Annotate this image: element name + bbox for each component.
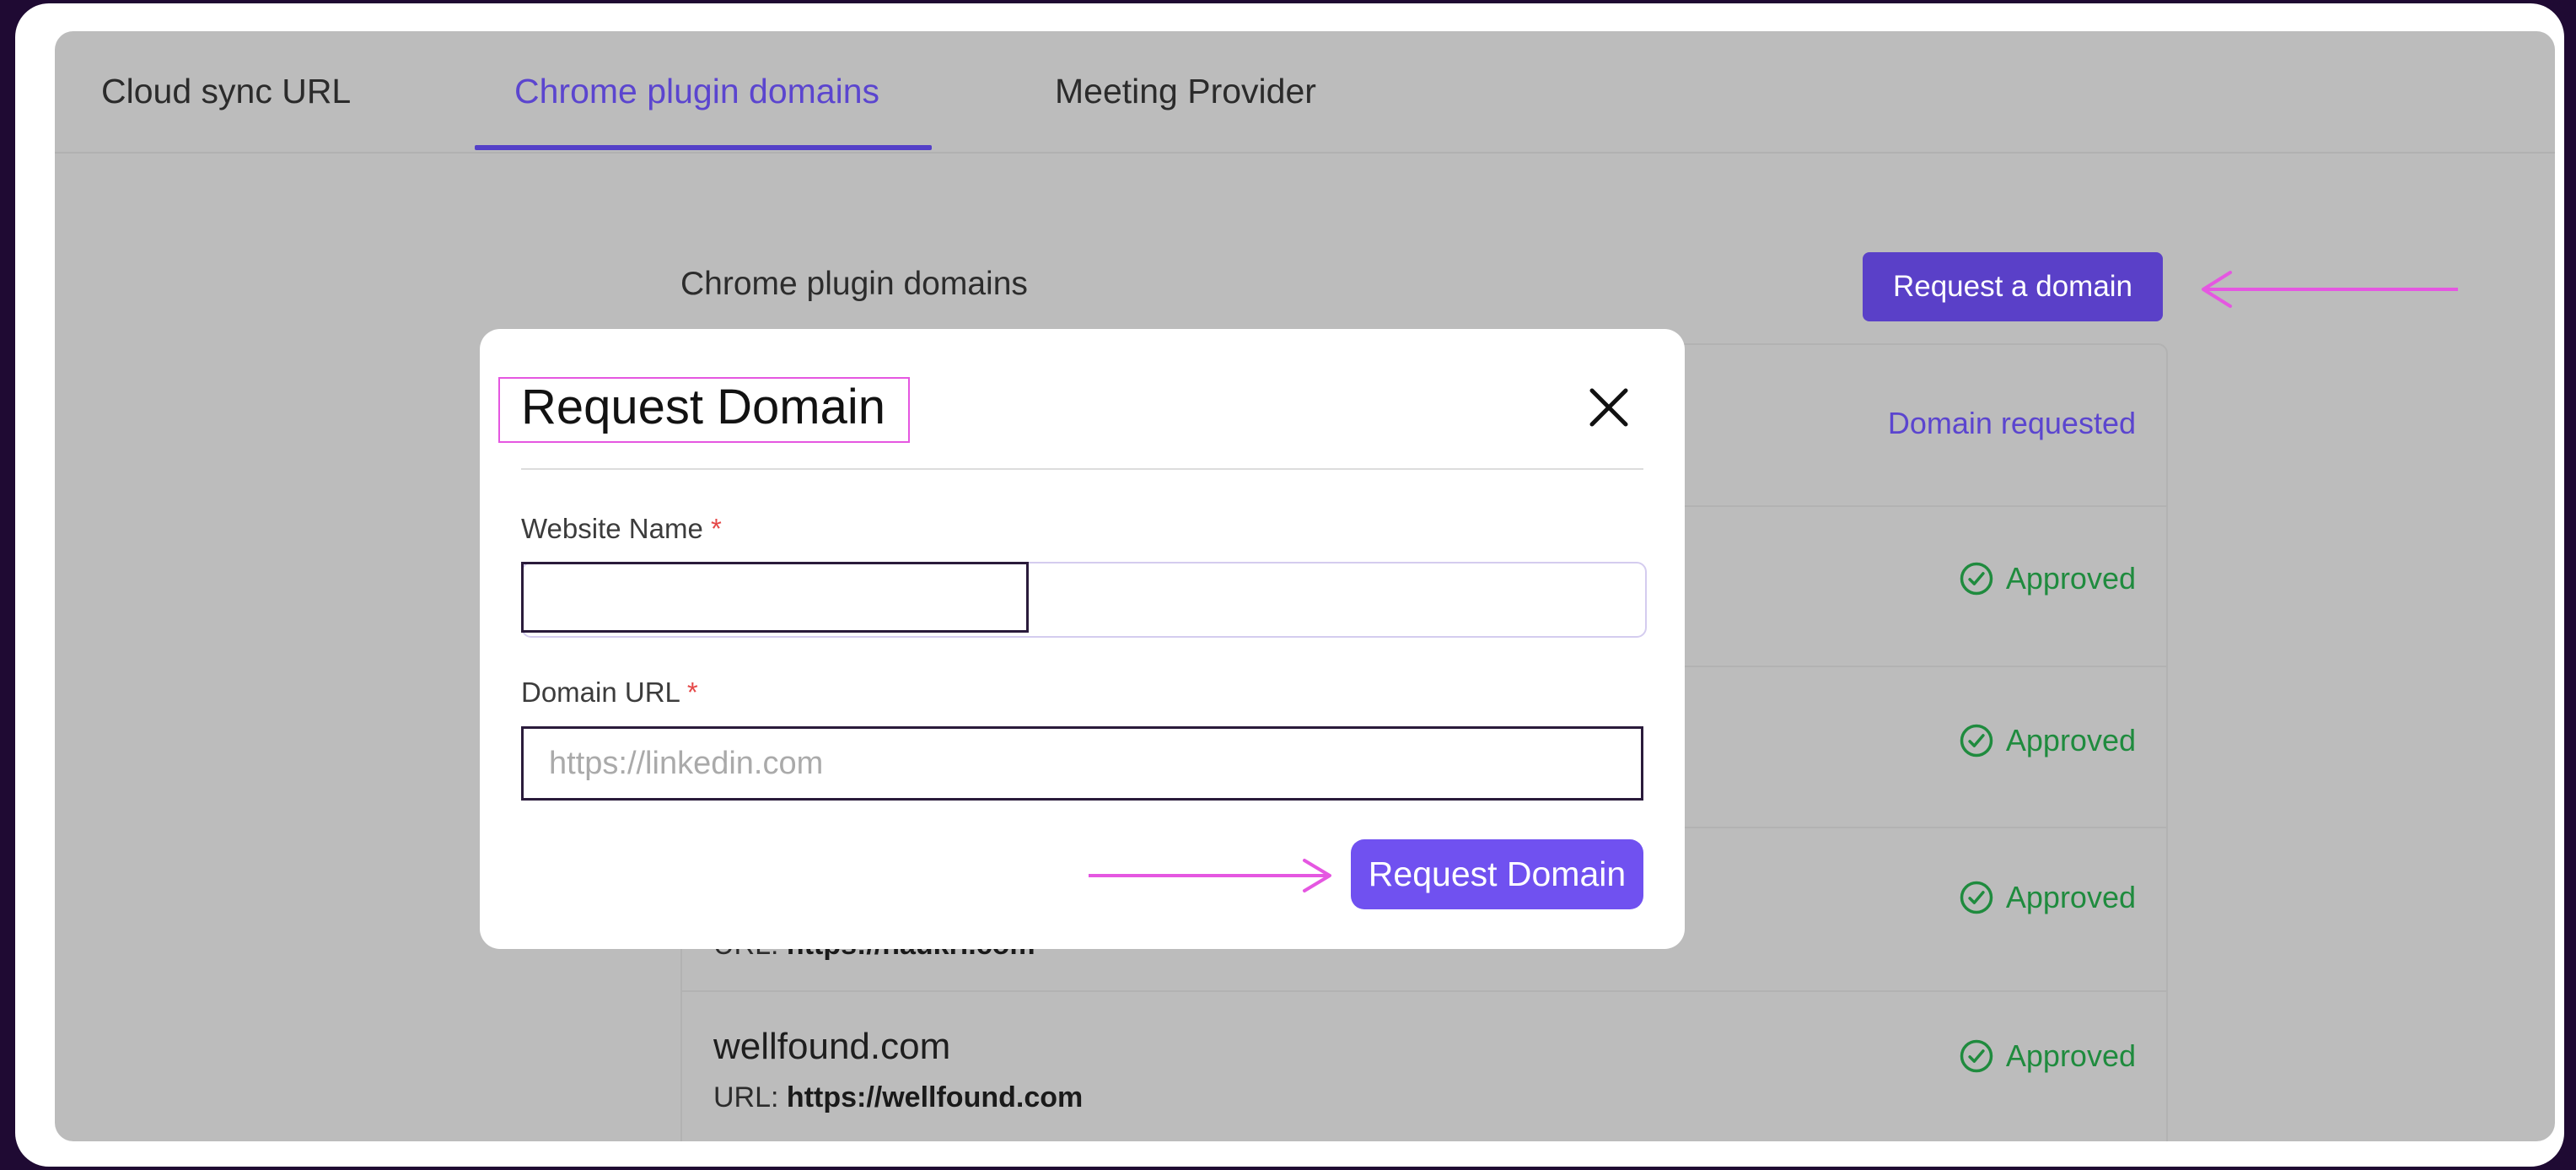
status-badge: Approved <box>1959 561 2136 596</box>
screenshot-frame: Cloud sync URL Chrome plugin domains Mee… <box>15 3 2564 1167</box>
status-badge: Approved <box>1959 880 2136 915</box>
check-circle-icon <box>1960 724 1993 758</box>
website-name-input-wrapper <box>521 562 1029 633</box>
request-a-domain-button[interactable]: Request a domain <box>1863 252 2163 321</box>
request-domain-modal: Request Domain Website Name * Domain URL… <box>480 329 1685 949</box>
modal-divider <box>521 468 1643 470</box>
check-circle-icon <box>1960 562 1993 596</box>
annotation-arrow-left <box>2202 271 2458 308</box>
close-icon[interactable] <box>1584 382 1634 433</box>
status-badge: Approved <box>1959 723 2136 758</box>
domain-name: wellfound.com <box>713 1026 951 1067</box>
active-tab-indicator <box>475 145 932 150</box>
tab-chrome-plugin-domains[interactable]: Chrome plugin domains <box>514 31 879 152</box>
domain-url-input[interactable] <box>524 729 1641 798</box>
check-circle-icon <box>1960 1039 1993 1073</box>
annotation-arrow-right <box>1089 859 1331 892</box>
status-badge: Approved <box>1959 1038 2136 1074</box>
label-text: Domain URL <box>521 677 680 708</box>
label-text: Website Name <box>521 513 703 544</box>
tab-bar: Cloud sync URL Chrome plugin domains Mee… <box>55 31 2555 154</box>
status-label: Approved <box>2005 1038 2136 1073</box>
request-domain-submit-button[interactable]: Request Domain <box>1351 839 1643 909</box>
status-label: Approved <box>2005 723 2136 758</box>
status-label: Domain requested <box>1887 406 2136 440</box>
required-asterisk: * <box>686 677 698 708</box>
status-label: Approved <box>2005 880 2136 914</box>
domain-url-label: Domain URL * <box>521 677 698 709</box>
check-circle-icon <box>1960 881 1993 914</box>
status-label: Approved <box>2005 561 2136 596</box>
tab-meeting-provider[interactable]: Meeting Provider <box>1055 31 1316 152</box>
website-name-input[interactable] <box>524 564 1026 630</box>
tab-cloud-sync-url[interactable]: Cloud sync URL <box>101 31 351 152</box>
modal-title: Request Domain <box>521 380 885 434</box>
url-label: URL: <box>713 1081 787 1113</box>
domain-url-input-wrapper <box>521 726 1643 801</box>
list-item: wellfound.com URL: https://wellfound.com… <box>682 990 2166 1141</box>
url-value: https://wellfound.com <box>786 1081 1084 1113</box>
website-name-label: Website Name * <box>521 513 722 545</box>
settings-panel: Cloud sync URL Chrome plugin domains Mee… <box>55 31 2555 1141</box>
domain-url: URL: https://wellfound.com <box>713 1081 1083 1114</box>
required-asterisk: * <box>710 513 722 544</box>
section-title: Chrome plugin domains <box>680 266 1028 302</box>
